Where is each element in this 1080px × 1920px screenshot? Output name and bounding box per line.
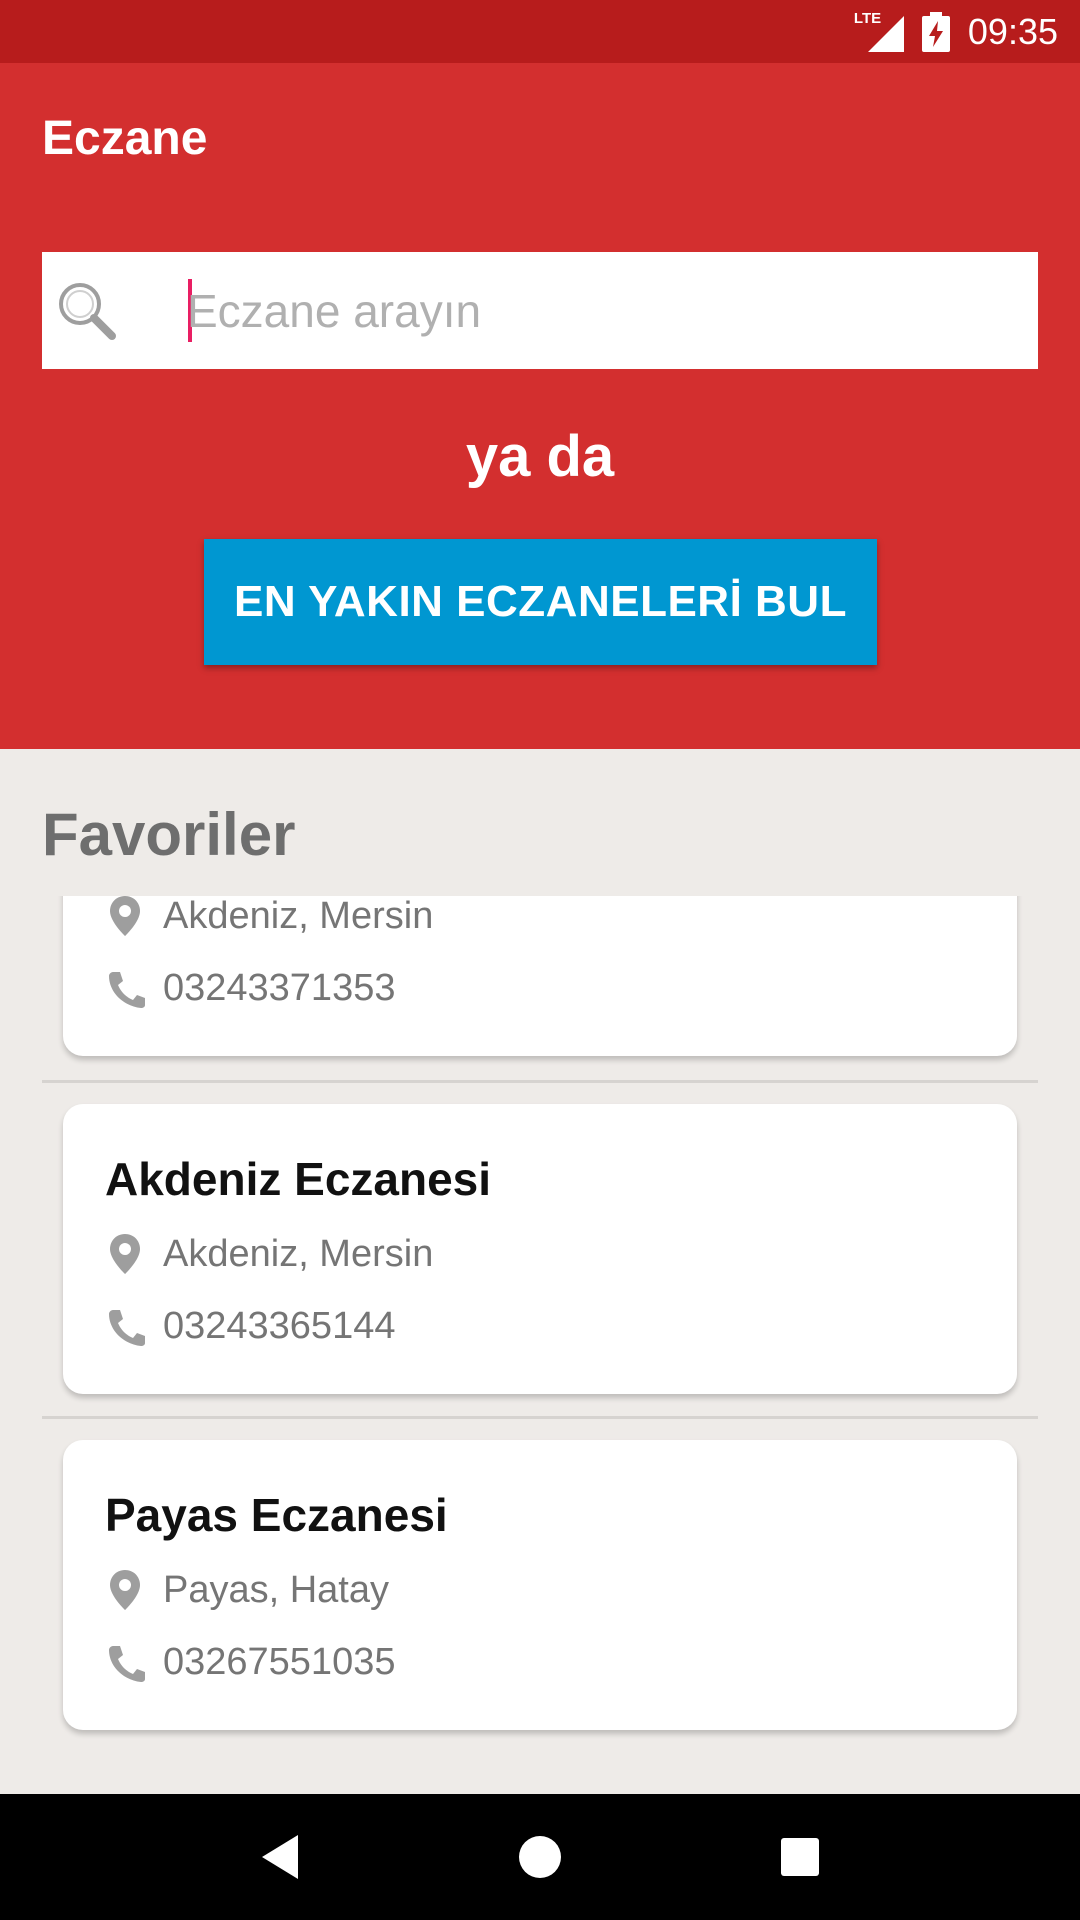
- phone-icon: [109, 1310, 145, 1346]
- phone-text: 03243371353: [163, 966, 396, 1009]
- pharmacy-location: Payas, Hatay: [105, 1568, 389, 1612]
- status-time: 09:35: [967, 10, 1058, 52]
- status-bar: LTE 09:35: [0, 0, 1080, 63]
- phone-icon: [109, 1646, 145, 1682]
- home-button[interactable]: [510, 1827, 570, 1887]
- pharmacy-phone[interactable]: 03243371353: [105, 966, 395, 1010]
- phone-icon: [109, 972, 145, 1008]
- back-icon: [262, 1835, 298, 1879]
- recents-icon: [781, 1838, 819, 1876]
- home-icon: [519, 1836, 561, 1878]
- phone-text: 03243365144: [163, 1304, 396, 1347]
- back-button[interactable]: [250, 1827, 310, 1887]
- divider: [42, 1416, 1038, 1419]
- pharmacy-name: Akdeniz Eczanesi: [105, 1153, 492, 1205]
- pharmacy-name: Payas Eczanesi: [105, 1489, 448, 1541]
- pharmacy-phone[interactable]: 03267551035: [105, 1640, 395, 1684]
- network-type: LTE: [853, 9, 882, 27]
- header: Eczane ya da EN YAKIN ECZANELERİ BUL: [0, 63, 1080, 749]
- battery-charging-icon: [921, 11, 950, 52]
- favorites-title: Favoriler: [42, 801, 296, 868]
- favorites-list[interactable]: Akdeniz, Mersin 03243371353 Akdeniz Ecza…: [0, 896, 1080, 1794]
- phone-text: 03267551035: [163, 1640, 396, 1683]
- pharmacy-card[interactable]: Akdeniz, Mersin 03243371353: [63, 896, 1017, 1056]
- search-input[interactable]: [187, 252, 1007, 369]
- find-nearest-pharmacies-button[interactable]: EN YAKIN ECZANELERİ BUL: [204, 539, 877, 665]
- divider: [42, 1080, 1038, 1083]
- location-pin-icon: [110, 896, 140, 936]
- pharmacy-location: Akdeniz, Mersin: [105, 1232, 433, 1276]
- pharmacy-location: Akdeniz, Mersin: [105, 896, 433, 938]
- pharmacy-card[interactable]: Akdeniz Eczanesi Akdeniz, Mersin 0324336…: [63, 1104, 1017, 1394]
- recents-button[interactable]: [770, 1827, 830, 1887]
- app-title: Eczane: [42, 112, 208, 165]
- search-box[interactable]: [42, 252, 1038, 369]
- or-text: ya da: [465, 424, 615, 489]
- pharmacy-card[interactable]: Payas Eczanesi Payas, Hatay 03267551035: [63, 1440, 1017, 1730]
- location-pin-icon: [110, 1570, 140, 1610]
- location-text: Akdeniz, Mersin: [163, 896, 434, 937]
- location-pin-icon: [110, 1234, 140, 1274]
- location-text: Akdeniz, Mersin: [163, 1232, 434, 1275]
- search-icon: [59, 283, 116, 340]
- lte-signal-icon: LTE: [853, 9, 904, 52]
- location-text: Payas, Hatay: [163, 1568, 389, 1611]
- pharmacy-phone[interactable]: 03243365144: [105, 1304, 395, 1348]
- navigation-bar: [0, 1794, 1080, 1920]
